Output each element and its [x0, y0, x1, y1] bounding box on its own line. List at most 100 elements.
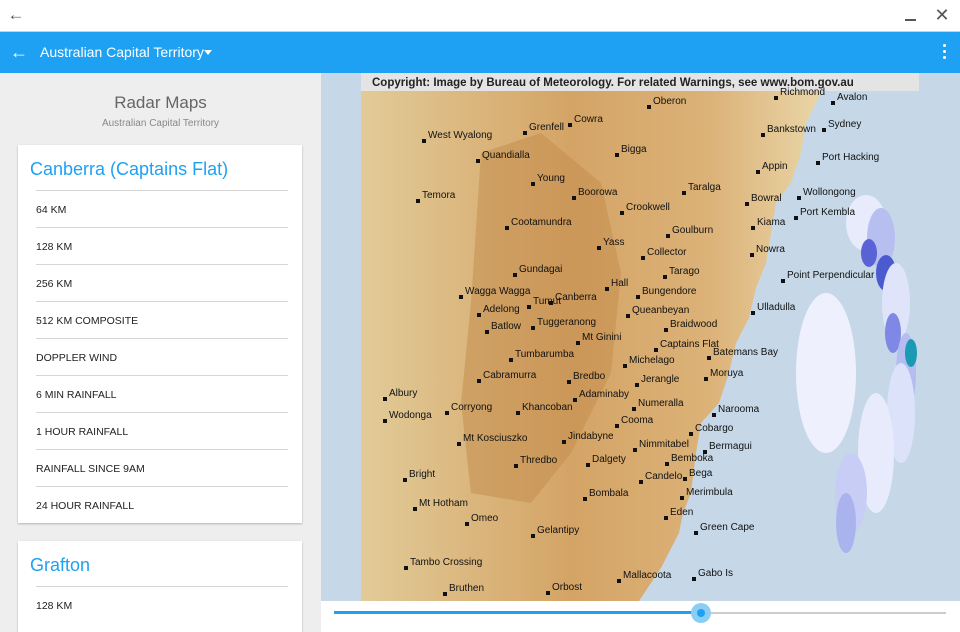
place-marker — [572, 196, 576, 200]
place-marker — [443, 592, 447, 596]
place-marker — [623, 364, 627, 368]
list-item[interactable]: 512 KM COMPOSITE — [36, 301, 288, 338]
place-marker — [459, 295, 463, 299]
place-label: Albury — [389, 388, 417, 399]
place-marker — [615, 153, 619, 157]
page-subtitle: Australian Capital Territory — [101, 118, 220, 129]
place-marker — [632, 407, 636, 411]
place-label: Mallacoota — [623, 570, 672, 581]
place-label: Goulburn — [672, 225, 713, 236]
arrow-left-icon[interactable]: ← — [8, 41, 30, 63]
place-label: Hall — [611, 278, 628, 289]
place-label: Oberon — [653, 96, 686, 107]
place-label: Gundagai — [519, 264, 562, 275]
place-marker — [568, 123, 572, 127]
place-marker — [663, 275, 667, 279]
place-label: Omeo — [471, 513, 499, 524]
more-vert-icon[interactable] — [936, 42, 952, 62]
list-item-label: 1 HOUR RAINFALL — [36, 426, 129, 438]
place-marker — [403, 478, 407, 482]
list-item[interactable]: 128 KM — [36, 586, 288, 623]
place-label: Corryong — [451, 402, 492, 413]
place-marker — [383, 419, 387, 423]
place-marker — [583, 497, 587, 501]
place-marker — [641, 256, 645, 260]
list-item[interactable]: 1 HOUR RAINFALL — [36, 412, 288, 449]
place-label: Eden — [670, 507, 693, 518]
place-marker — [404, 566, 408, 570]
radar-map[interactable]: Copyright: Image by Bureau of Meteorolog… — [321, 73, 960, 601]
arrow-left-icon[interactable]: ← — [6, 5, 26, 25]
place-marker — [756, 170, 760, 174]
list-item[interactable]: 6 MIN RAINFALL — [36, 375, 288, 412]
list-item[interactable]: 24 HOUR RAINFALL — [36, 486, 288, 523]
place-label: Numeralla — [638, 398, 684, 409]
place-label: Narooma — [718, 404, 760, 415]
place-label: Richmond — [780, 87, 825, 98]
place-label: Tambo Crossing — [410, 557, 482, 568]
place-marker — [567, 380, 571, 384]
place-label: Temora — [422, 190, 456, 201]
rain-echo — [796, 293, 856, 453]
region-selector[interactable]: Australian Capital Territory — [40, 44, 204, 60]
place-label: Grenfell — [529, 122, 564, 133]
place-marker — [664, 328, 668, 332]
place-label: Bigga — [621, 144, 647, 155]
place-label: Bright — [409, 469, 435, 480]
caret-down-icon[interactable] — [204, 50, 212, 55]
place-label: Cootamundra — [511, 217, 572, 228]
place-marker — [664, 516, 668, 520]
place-label: Kiama — [757, 217, 786, 228]
place-marker — [694, 531, 698, 535]
place-label: Quandialla — [482, 150, 530, 161]
slider-thumb[interactable] — [691, 603, 712, 623]
place-marker — [546, 591, 550, 595]
place-marker — [477, 313, 481, 317]
place-label: Bega — [689, 468, 713, 479]
place-label: Bermagui — [709, 441, 752, 452]
place-marker — [527, 305, 531, 309]
place-label: Michelago — [629, 355, 675, 366]
place-label: Sydney — [828, 119, 861, 130]
list-item-label: 256 KM — [36, 278, 73, 290]
place-label: Gelantipy — [537, 525, 579, 536]
place-label: Batemans Bay — [713, 347, 778, 358]
list-item[interactable]: 64 KM — [36, 190, 288, 227]
place-marker — [816, 161, 820, 165]
place-marker — [712, 413, 716, 417]
list-item[interactable]: RAINFALL SINCE 9AM — [36, 449, 288, 486]
place-marker — [615, 424, 619, 428]
place-marker — [774, 96, 778, 100]
place-marker — [586, 463, 590, 467]
list-item[interactable]: 256 KM — [36, 264, 288, 301]
place-label: Adaminaby — [579, 389, 629, 400]
place-marker — [476, 159, 480, 163]
place-marker — [422, 139, 426, 143]
place-marker — [781, 279, 785, 283]
place-marker — [636, 295, 640, 299]
radar-list-panel: Radar Maps Australian Capital Territory … — [0, 73, 321, 632]
list-item[interactable]: DOPPLER WIND — [36, 338, 288, 375]
place-label: Mt Ginini — [582, 332, 621, 343]
place-marker — [416, 199, 420, 203]
place-marker — [794, 216, 798, 220]
place-label: Mt Kosciuszko — [463, 433, 528, 444]
list-item[interactable]: 128 KM — [36, 227, 288, 264]
place-marker — [516, 411, 520, 415]
place-marker — [692, 577, 696, 581]
close-icon[interactable]: ✕ — [932, 5, 952, 25]
place-marker — [707, 356, 711, 360]
list-item-label: 512 KM COMPOSITE — [36, 315, 139, 327]
place-label: Jindabyne — [568, 431, 614, 442]
place-marker — [639, 480, 643, 484]
place-label: Merimbula — [686, 487, 733, 498]
window-titlebar: ← ✕ — [0, 0, 960, 32]
place-label: Bemboka — [671, 453, 714, 464]
place-label: Bankstown — [767, 124, 816, 135]
place-label: Tumut — [533, 296, 561, 307]
card-title: Grafton — [30, 555, 91, 575]
place-label: Gabo Is — [698, 568, 733, 579]
place-marker — [745, 202, 749, 206]
place-marker — [562, 440, 566, 444]
minimize-icon[interactable] — [900, 6, 920, 26]
